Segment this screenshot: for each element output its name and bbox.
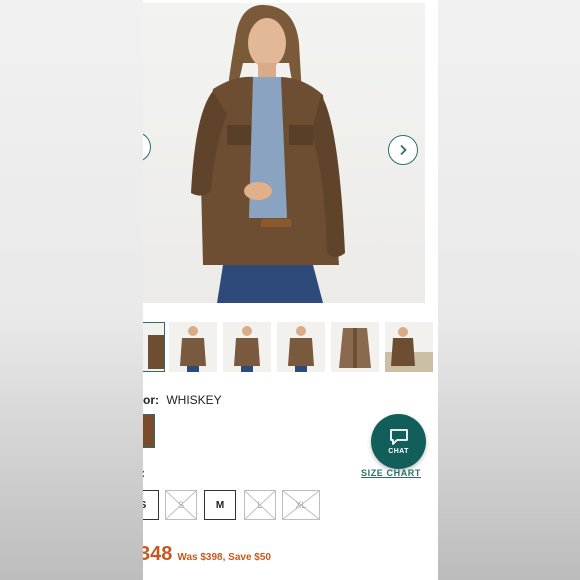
background-blur-left [0,0,143,580]
thumbnail[interactable] [223,322,271,372]
chat-label: CHAT [388,448,409,455]
thumbnail[interactable] [385,322,433,372]
background-blur-right [438,0,580,580]
size-option[interactable]: S [143,490,159,520]
color-label: or: [143,393,159,407]
thumbnail[interactable] [143,322,165,372]
chat-button[interactable]: CHAT [371,414,426,469]
was-price: Was $398, Save $50 [177,552,271,563]
size-chart-link[interactable]: SIZE CHART [361,468,421,478]
sale-price: 348 [143,543,173,565]
size-label: : [143,466,145,480]
price-row: 348 Was $398, Save $50 [143,543,271,566]
chat-bubble-icon [389,429,408,445]
product-page: or: WHISKEY CHAT : SIZE CHART S S M L XL [143,0,438,580]
thumbnail[interactable] [331,322,379,372]
product-hero-image[interactable] [143,3,425,303]
thumbnail-strip [143,322,438,374]
color-selector: or: WHISKEY [143,393,222,407]
color-value: WHISKEY [166,393,222,407]
chevron-right-icon [400,144,407,156]
gallery-next-button[interactable] [388,135,418,165]
model-photo [191,4,345,303]
size-option[interactable]: M [204,490,236,520]
size-options: S S M L XL [143,490,438,522]
thumbnail[interactable] [277,322,325,372]
size-option-unavailable[interactable]: L [244,490,276,520]
thumbnail[interactable] [169,322,217,372]
color-swatch-whiskey[interactable] [143,414,155,448]
size-option-unavailable[interactable]: S [165,490,197,520]
size-option-unavailable[interactable]: XL [282,490,320,520]
